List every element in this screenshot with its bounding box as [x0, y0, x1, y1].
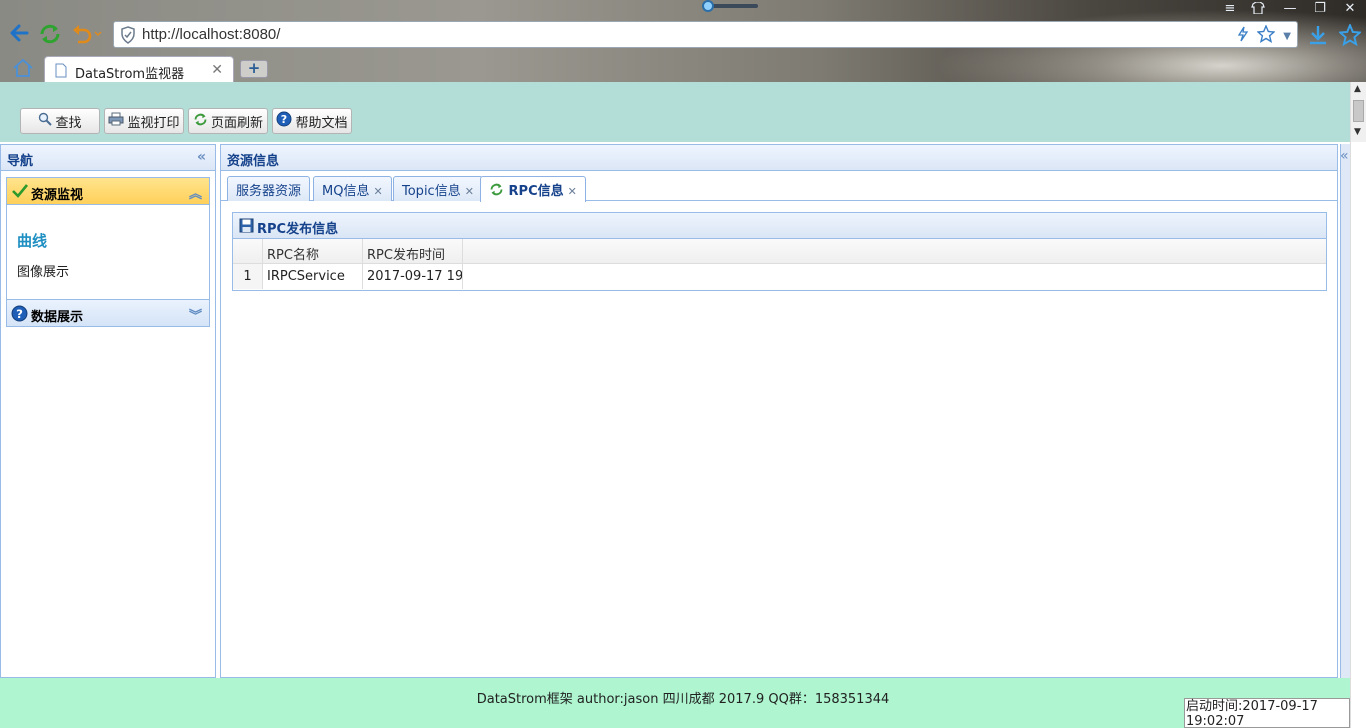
tab-label: RPC信息: [508, 184, 564, 199]
svg-text:?: ?: [281, 113, 287, 126]
favorite-star-icon[interactable]: [1256, 24, 1277, 47]
accordion-label: 资源监视: [31, 188, 84, 203]
page-viewport: 查找 监视打印 页面刷新 ? 帮助文档 导航 « 资源监视 ︽ 曲线 图像展示 …: [0, 82, 1350, 728]
save-disk-icon: [239, 218, 254, 237]
accordion-body-resource-monitor: 曲线 图像展示: [6, 205, 210, 299]
minimize-icon[interactable]: —: [1280, 2, 1300, 18]
reload-icon[interactable]: [38, 22, 62, 46]
startup-time-status: 启动时间:2017-09-17 19:02:07: [1184, 698, 1350, 728]
menu-icon[interactable]: ≡: [1220, 2, 1240, 18]
accordion-label: 数据展示: [31, 310, 84, 325]
help-label: 帮助文档: [295, 115, 348, 131]
page-icon: [55, 63, 67, 82]
resource-info-header: 资源信息: [221, 145, 1337, 171]
browser-chrome: ≡ — ❐ ✕ http://localhost:8080/ ▼ DataStr…: [0, 0, 1366, 83]
accordion-data-display[interactable]: ? 数据展示 ︾: [6, 299, 210, 327]
cell-rpc-name: IRPCService: [263, 264, 363, 289]
chevron-down-icon[interactable]: ︾: [189, 305, 202, 324]
printer-icon: [108, 112, 124, 130]
grid-header-row: RPC名称 RPC发布时间: [233, 239, 1326, 264]
startup-time-line2: 19:02:07: [1186, 714, 1245, 728]
download-icon[interactable]: [1308, 24, 1328, 50]
tab-server-resources[interactable]: 服务器资源: [227, 176, 311, 201]
undo-close-icon[interactable]: [70, 22, 102, 46]
tab-label: 服务器资源: [236, 184, 302, 199]
home-icon[interactable]: [12, 58, 36, 80]
east-collapsed-panel[interactable]: «: [1340, 144, 1350, 678]
content-tabstrip: 服务器资源 MQ信息 ✕ Topic信息 ✕ RPC信息 ✕: [221, 171, 1337, 202]
lightning-icon[interactable]: [1237, 26, 1249, 46]
help-icon: ?: [276, 111, 292, 131]
close-tab-icon[interactable]: ✕: [211, 62, 223, 78]
svg-text:?: ?: [16, 307, 23, 321]
restore-icon[interactable]: ❐: [1310, 2, 1330, 18]
security-shield-icon: [120, 26, 136, 48]
tab-mq-info[interactable]: MQ信息 ✕: [313, 176, 392, 201]
footer-text: DataStrom框架 author:jason 四川成都 2017.9 QQ群…: [476, 692, 890, 707]
cell-publish-time: 2017-09-17 19: [363, 264, 463, 289]
refresh-icon: [489, 183, 509, 201]
chevron-up-icon[interactable]: ︽: [189, 183, 202, 202]
grid-title: RPC发布信息: [257, 222, 339, 237]
nav-item-image-display[interactable]: 图像展示: [17, 261, 69, 280]
skin-icon[interactable]: [1248, 1, 1268, 18]
browser-tab-row: DataStrom监视器 ✕ +: [0, 54, 1366, 83]
find-label: 查找: [55, 115, 82, 131]
navigation-panel-header: 导航 «: [1, 145, 215, 171]
collapse-left-icon[interactable]: «: [197, 149, 206, 165]
table-row[interactable]: 1 IRPCService 2017-09-17 19: [233, 264, 1326, 289]
tab-label: Topic信息: [402, 184, 461, 199]
print-button[interactable]: 监视打印: [104, 108, 184, 134]
checkmark-icon: [11, 183, 29, 203]
new-tab-button[interactable]: +: [240, 60, 268, 78]
close-window-icon[interactable]: ✕: [1340, 2, 1360, 18]
scroll-down-icon[interactable]: ▼: [1354, 127, 1361, 137]
url-text[interactable]: http://localhost:8080/: [142, 26, 280, 43]
grid-title-bar: RPC发布信息: [233, 213, 1326, 239]
refresh-label: 页面刷新: [210, 115, 263, 131]
address-dropdown-icon[interactable]: ▼: [1283, 31, 1291, 42]
print-label: 监视打印: [127, 115, 180, 131]
scrollbar-blank: [1351, 142, 1366, 728]
tab-body-rpc: RPC发布信息 RPC名称 RPC发布时间 1 IRPCService 2017…: [221, 202, 1337, 677]
browser-tab-title: DataStrom监视器: [75, 67, 185, 82]
find-button[interactable]: 查找: [20, 108, 100, 134]
help-icon: ?: [11, 305, 28, 326]
column-header-rpc-name[interactable]: RPC名称: [263, 239, 363, 263]
search-icon: [38, 112, 53, 130]
expand-right-panel-icon[interactable]: «: [1340, 148, 1349, 164]
scrollbar-thumb[interactable]: [1353, 100, 1364, 122]
close-tab-icon[interactable]: ✕: [373, 185, 382, 198]
top-toolbar: 查找 监视打印 页面刷新 ? 帮助文档: [0, 82, 1350, 142]
help-docs-button[interactable]: ? 帮助文档: [272, 108, 352, 134]
back-icon[interactable]: [8, 22, 32, 46]
tab-label: MQ信息: [322, 184, 370, 199]
resource-info-title: 资源信息: [227, 154, 280, 169]
row-number: 1: [233, 264, 263, 289]
vertical-scrollbar[interactable]: ▲ ▼: [1350, 82, 1366, 728]
zoom-slider-knob[interactable]: [702, 0, 714, 12]
scroll-up-icon[interactable]: ▲: [1354, 84, 1361, 94]
page-refresh-button[interactable]: 页面刷新: [188, 108, 268, 134]
footer-bar: DataStrom框架 author:jason 四川成都 2017.9 QQ群…: [0, 678, 1350, 728]
nav-item-curve[interactable]: 曲线: [17, 230, 47, 251]
resource-info-panel: 资源信息 服务器资源 MQ信息 ✕ Topic信息 ✕ RPC信息 ✕ RPC发…: [220, 144, 1338, 678]
accordion-resource-monitor[interactable]: 资源监视 ︽: [6, 177, 210, 205]
navigation-title: 导航: [7, 154, 34, 169]
bookmarks-star-icon[interactable]: [1337, 22, 1363, 50]
startup-time-line1: 启动时间:2017-09-17: [1186, 699, 1318, 714]
close-tab-icon[interactable]: ✕: [568, 185, 577, 198]
refresh-icon: [193, 112, 208, 131]
rpc-publish-grid: RPC发布信息 RPC名称 RPC发布时间 1 IRPCService 2017…: [232, 212, 1327, 291]
row-number-header: [233, 239, 263, 263]
tab-topic-info[interactable]: Topic信息 ✕: [393, 176, 483, 201]
address-bar[interactable]: http://localhost:8080/ ▼: [113, 21, 1298, 48]
close-tab-icon[interactable]: ✕: [465, 185, 474, 198]
navigation-panel: 导航 « 资源监视 ︽ 曲线 图像展示 ? 数据展示 ︾: [0, 144, 216, 678]
column-header-publish-time[interactable]: RPC发布时间: [363, 239, 463, 263]
browser-tab-active[interactable]: DataStrom监视器 ✕: [44, 56, 234, 83]
tab-rpc-info[interactable]: RPC信息 ✕: [480, 176, 586, 202]
